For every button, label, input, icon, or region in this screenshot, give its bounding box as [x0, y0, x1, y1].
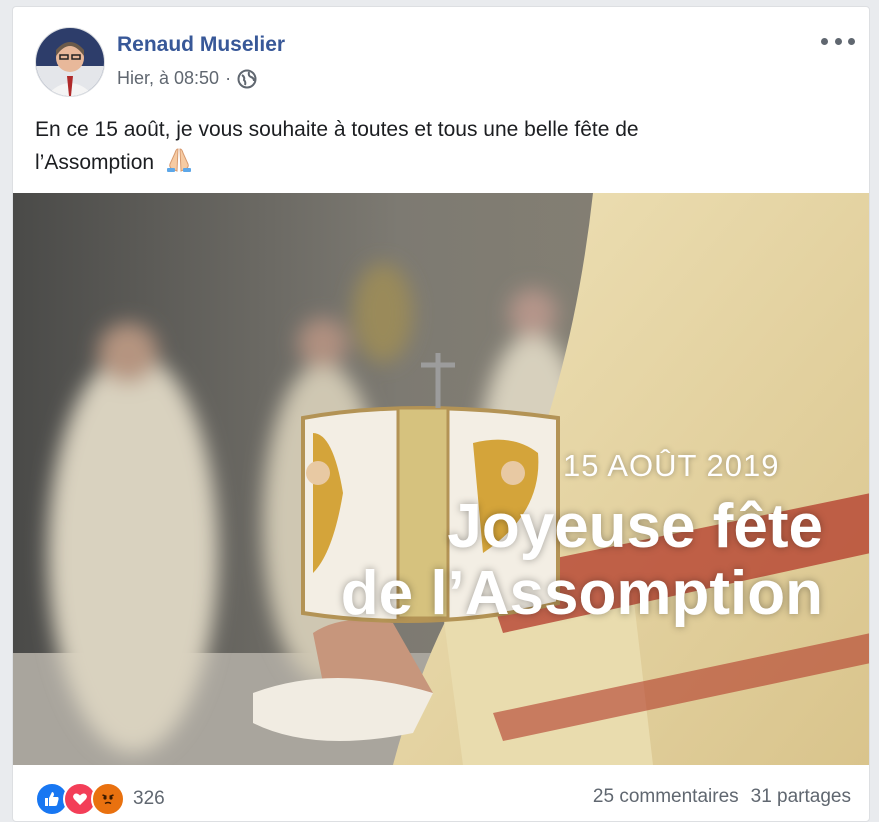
- overlay-date: 15 AOÛT 2019: [563, 448, 780, 483]
- overlay-title-line2: de l’Assomption: [340, 559, 823, 628]
- post-meta: Hier, à 08:50 ·: [117, 68, 257, 89]
- post-footer: 326 25 commentaires 31 partages: [13, 765, 869, 821]
- overlay-title: Joyeuse fête de l’Assomption: [223, 493, 823, 627]
- avatar[interactable]: [35, 27, 105, 97]
- post-text: En ce 15 août, je vous souhaite à toutes…: [35, 113, 755, 179]
- shares-count[interactable]: 31 partages: [751, 786, 851, 808]
- post-text-line1: En ce 15 août, je vous souhaite à toutes…: [35, 118, 639, 141]
- post-time[interactable]: Hier, à 08:50: [117, 68, 219, 89]
- meta-separator: ·: [225, 68, 232, 88]
- reactions-summary[interactable]: 326: [35, 782, 165, 816]
- comments-count[interactable]: 25 commentaires: [593, 786, 739, 808]
- globe-icon[interactable]: [237, 69, 257, 89]
- folded-hands-icon: [164, 147, 194, 173]
- post-photo[interactable]: 15 AOÛT 2019 Joyeuse fête de l’Assomptio…: [13, 193, 869, 765]
- post-card: Renaud Muselier Hier, à 08:50 · En ce 15…: [12, 6, 870, 822]
- overlay-title-line1: Joyeuse fête: [447, 492, 823, 561]
- post-stats: 25 commentaires 31 partages: [593, 786, 851, 808]
- post-text-line2: l’Assomption: [35, 151, 155, 174]
- reaction-count[interactable]: 326: [133, 788, 165, 810]
- angry-icon: [91, 782, 125, 816]
- more-options-icon[interactable]: [821, 31, 855, 51]
- author-name[interactable]: Renaud Muselier: [117, 33, 285, 57]
